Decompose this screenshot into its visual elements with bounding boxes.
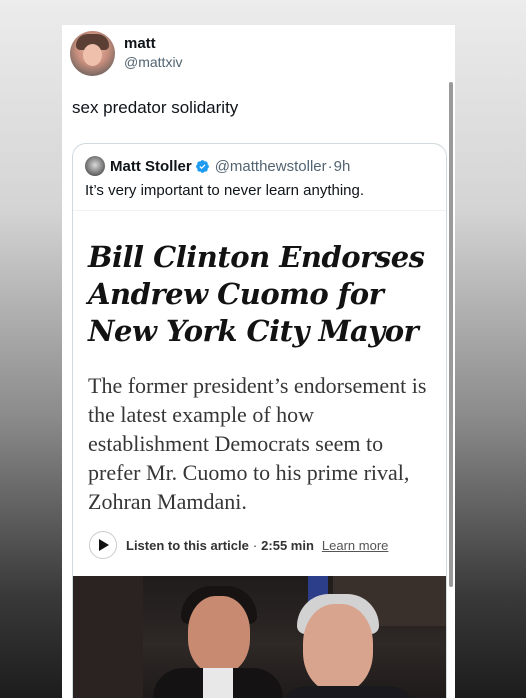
article-preview-image[interactable]: Bill Clinton Endorses Andrew Cuomo for N… (73, 211, 446, 698)
quoted-tweet-header: Matt Stoller @matthewstoller · 9h (85, 156, 350, 176)
avatar[interactable] (70, 31, 115, 76)
listen-duration: 2:55 min (261, 537, 314, 553)
article-photo (73, 576, 446, 698)
listen-separator: · (252, 537, 258, 553)
user-handle[interactable]: @mattxiv (124, 53, 183, 71)
verified-badge-icon (195, 159, 209, 173)
listen-bar: Listen to this article · 2:55 min Learn … (89, 531, 388, 559)
tweet-author: matt @mattxiv (70, 31, 183, 76)
display-name[interactable]: matt (124, 35, 183, 53)
scrollbar[interactable] (449, 82, 453, 587)
quoted-display-name[interactable]: Matt Stoller (110, 158, 192, 175)
quoted-timestamp[interactable]: 9h (334, 158, 351, 175)
play-icon (99, 539, 109, 551)
article-summary: The former president’s endorsement is th… (88, 373, 427, 514)
quoted-avatar[interactable] (85, 156, 105, 176)
tweet-text: sex predator solidarity (72, 98, 239, 117)
play-button[interactable] (89, 531, 117, 559)
learn-more-link[interactable]: Learn more (322, 538, 388, 553)
time-separator: · (327, 157, 333, 175)
author-names: matt @mattxiv (124, 35, 183, 71)
listen-label: Listen to this article (126, 537, 249, 553)
article-headline: Bill Clinton Endorses Andrew Cuomo for N… (88, 240, 425, 348)
tweet-card[interactable]: matt @mattxiv sex predator solidarity Ma… (62, 25, 455, 698)
quoted-handle[interactable]: @matthewstoller (215, 158, 327, 175)
quoted-tweet-text: It’s very important to never learn anyth… (85, 182, 365, 199)
quoted-tweet[interactable]: Matt Stoller @matthewstoller · 9h It’s v… (72, 143, 447, 698)
